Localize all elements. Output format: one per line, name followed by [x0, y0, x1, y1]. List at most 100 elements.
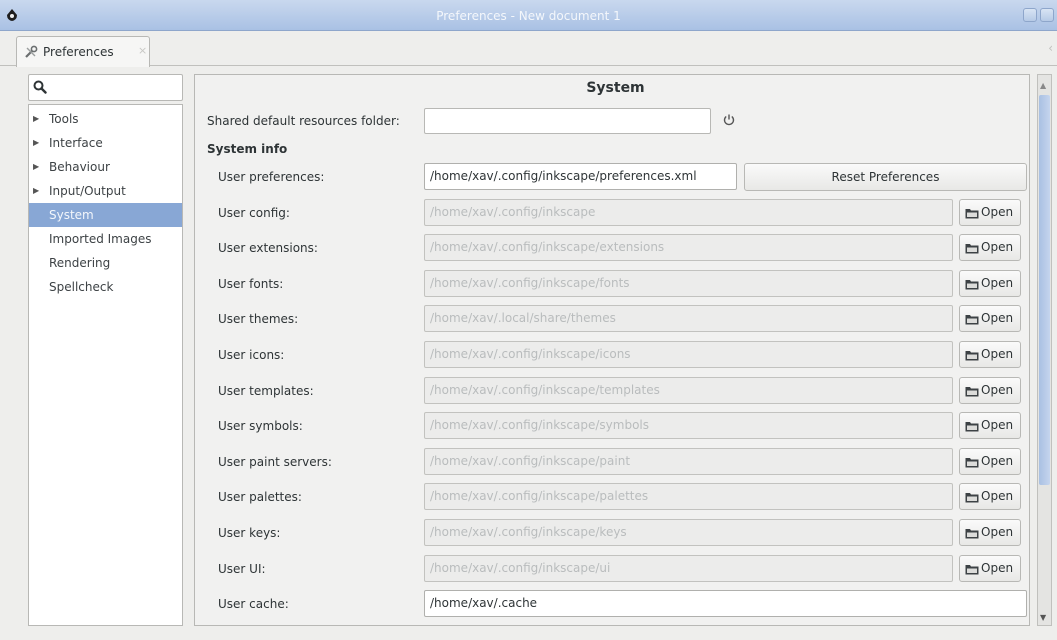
- folder-icon: [965, 493, 979, 503]
- expander-arrow-icon[interactable]: ▶: [33, 179, 39, 203]
- user-ui-path-field[interactable]: /home/xav/.config/inkscape/ui: [424, 555, 953, 582]
- sidebar-item-label: Tools: [49, 112, 79, 126]
- user-extensions-open-button[interactable]: Open: [959, 234, 1021, 261]
- user-templates-open-button[interactable]: Open: [959, 377, 1021, 404]
- open-button-label: Open: [981, 561, 1014, 575]
- reset-preferences-button[interactable]: Reset Preferences: [744, 163, 1027, 191]
- shared-folder-input[interactable]: [424, 108, 711, 134]
- expander-arrow-icon[interactable]: ▶: [33, 107, 39, 131]
- user-paint-servers-path-field[interactable]: /home/xav/.config/inkscape/paint: [424, 448, 953, 475]
- page-title: System: [586, 80, 645, 96]
- user-keys-path-field[interactable]: /home/xav/.config/inkscape/keys: [424, 519, 953, 546]
- user-themes-open-button[interactable]: Open: [959, 305, 1021, 332]
- user-fonts-open-button[interactable]: Open: [959, 270, 1021, 297]
- title-bar: Preferences - New document 1: [0, 0, 1057, 31]
- open-button-label: Open: [981, 454, 1014, 468]
- user-palettes-path-field[interactable]: /home/xav/.config/inkscape/palettes: [424, 483, 953, 510]
- tab-strip: Preferences × ‹: [0, 31, 1057, 67]
- scroll-up-icon[interactable]: ▲: [1040, 81, 1046, 90]
- folder-icon: [965, 458, 979, 468]
- minimize-button[interactable]: [1023, 8, 1037, 22]
- preferences-tree: ▶ Tools ▶ Interface ▶ Behaviour ▶ Input/Output S…: [28, 104, 183, 626]
- user-themes-path-field[interactable]: /home/xav/.local/share/themes: [424, 305, 953, 332]
- folder-icon: [965, 280, 979, 290]
- user-paint-servers-open-button[interactable]: Open: [959, 448, 1021, 475]
- user-fonts-path-field[interactable]: /home/xav/.config/inkscape/fonts: [424, 270, 953, 297]
- user-config-path-field[interactable]: /home/xav/.config/inkscape: [424, 199, 953, 226]
- user-preferences-label: User preferences:: [218, 170, 325, 184]
- sidebar-item-label: Spellcheck: [49, 280, 114, 294]
- sidebar-item-interface[interactable]: ▶ Interface: [29, 131, 182, 155]
- user-themes-label: User themes:: [218, 312, 299, 326]
- folder-icon: [965, 351, 979, 361]
- user-templates-label: User templates:: [218, 384, 314, 398]
- open-button-label: Open: [981, 205, 1014, 219]
- sidebar-item-label: Input/Output: [49, 184, 126, 198]
- open-button-label: Open: [981, 418, 1014, 432]
- user-symbols-label: User symbols:: [218, 419, 303, 433]
- user-paint-servers-label: User paint servers:: [218, 455, 332, 469]
- expander-arrow-icon[interactable]: ▶: [33, 131, 39, 155]
- sidebar-item-imported-images[interactable]: Imported Images: [29, 227, 182, 251]
- search-icon: [33, 80, 47, 94]
- sidebar-item-label: Imported Images: [49, 232, 152, 246]
- user-cache-path-field[interactable]: /home/xav/.cache: [424, 590, 1027, 617]
- user-ui-label: User UI:: [218, 562, 266, 576]
- search-input[interactable]: [28, 74, 183, 101]
- shared-folder-label: Shared default resources folder:: [207, 114, 400, 128]
- folder-icon: [965, 315, 979, 325]
- tab-preferences[interactable]: Preferences ×: [16, 36, 150, 67]
- maximize-button[interactable]: [1040, 8, 1054, 22]
- user-cache-label: User cache:: [218, 597, 289, 611]
- tab-label: Preferences: [43, 45, 114, 59]
- user-keys-open-button[interactable]: Open: [959, 519, 1021, 546]
- user-palettes-label: User palettes:: [218, 490, 302, 504]
- expander-arrow-icon[interactable]: ▶: [33, 155, 39, 179]
- scrollbar-thumb[interactable]: [1039, 95, 1050, 485]
- open-button-label: Open: [981, 240, 1014, 254]
- window-title: Preferences - New document 1: [436, 9, 621, 23]
- sidebar-item-spellcheck[interactable]: Spellcheck: [29, 275, 182, 299]
- power-icon[interactable]: [722, 113, 736, 127]
- user-templates-path-field[interactable]: /home/xav/.config/inkscape/templates: [424, 377, 953, 404]
- user-symbols-open-button[interactable]: Open: [959, 412, 1021, 439]
- sidebar-item-rendering[interactable]: Rendering: [29, 251, 182, 275]
- folder-icon: [965, 387, 979, 397]
- tab-close-icon[interactable]: ×: [138, 44, 147, 57]
- vertical-scrollbar[interactable]: ▲ ▼: [1037, 74, 1052, 626]
- user-icons-open-button[interactable]: Open: [959, 341, 1021, 368]
- sidebar-item-system[interactable]: System: [29, 203, 182, 227]
- folder-icon: [965, 565, 979, 575]
- user-preferences-path-field[interactable]: /home/xav/.config/inkscape/preferences.x…: [424, 163, 737, 190]
- sidebar-item-label: Interface: [49, 136, 103, 150]
- user-symbols-path-field[interactable]: /home/xav/.config/inkscape/symbols: [424, 412, 953, 439]
- user-config-label: User config:: [218, 206, 290, 220]
- sidebar-item-label: System: [49, 208, 94, 222]
- scroll-down-icon[interactable]: ▼: [1040, 613, 1046, 622]
- user-config-open-button[interactable]: Open: [959, 199, 1021, 226]
- tab-menu-icon[interactable]: ‹: [1048, 41, 1053, 55]
- open-button-label: Open: [981, 383, 1014, 397]
- user-palettes-open-button[interactable]: Open: [959, 483, 1021, 510]
- sidebar-item-label: Rendering: [49, 256, 111, 270]
- open-button-label: Open: [981, 347, 1014, 361]
- open-button-label: Open: [981, 489, 1014, 503]
- user-icons-path-field[interactable]: /home/xav/.config/inkscape/icons: [424, 341, 953, 368]
- sidebar-item-behaviour[interactable]: ▶ Behaviour: [29, 155, 182, 179]
- folder-icon: [965, 529, 979, 539]
- preferences-tools-icon: [25, 45, 38, 58]
- user-icons-label: User icons:: [218, 348, 285, 362]
- user-keys-label: User keys:: [218, 526, 281, 540]
- user-extensions-path-field[interactable]: /home/xav/.config/inkscape/extensions: [424, 234, 953, 261]
- sidebar-item-input-output[interactable]: ▶ Input/Output: [29, 179, 182, 203]
- folder-icon: [965, 422, 979, 432]
- user-fonts-label: User fonts:: [218, 277, 284, 291]
- sidebar-item-tools[interactable]: ▶ Tools: [29, 107, 182, 131]
- sidebar-item-label: Behaviour: [49, 160, 110, 174]
- user-ui-open-button[interactable]: Open: [959, 555, 1021, 582]
- open-button-label: Open: [981, 311, 1014, 325]
- folder-icon: [965, 244, 979, 254]
- open-button-label: Open: [981, 525, 1014, 539]
- open-button-label: Open: [981, 276, 1014, 290]
- folder-icon: [965, 209, 979, 219]
